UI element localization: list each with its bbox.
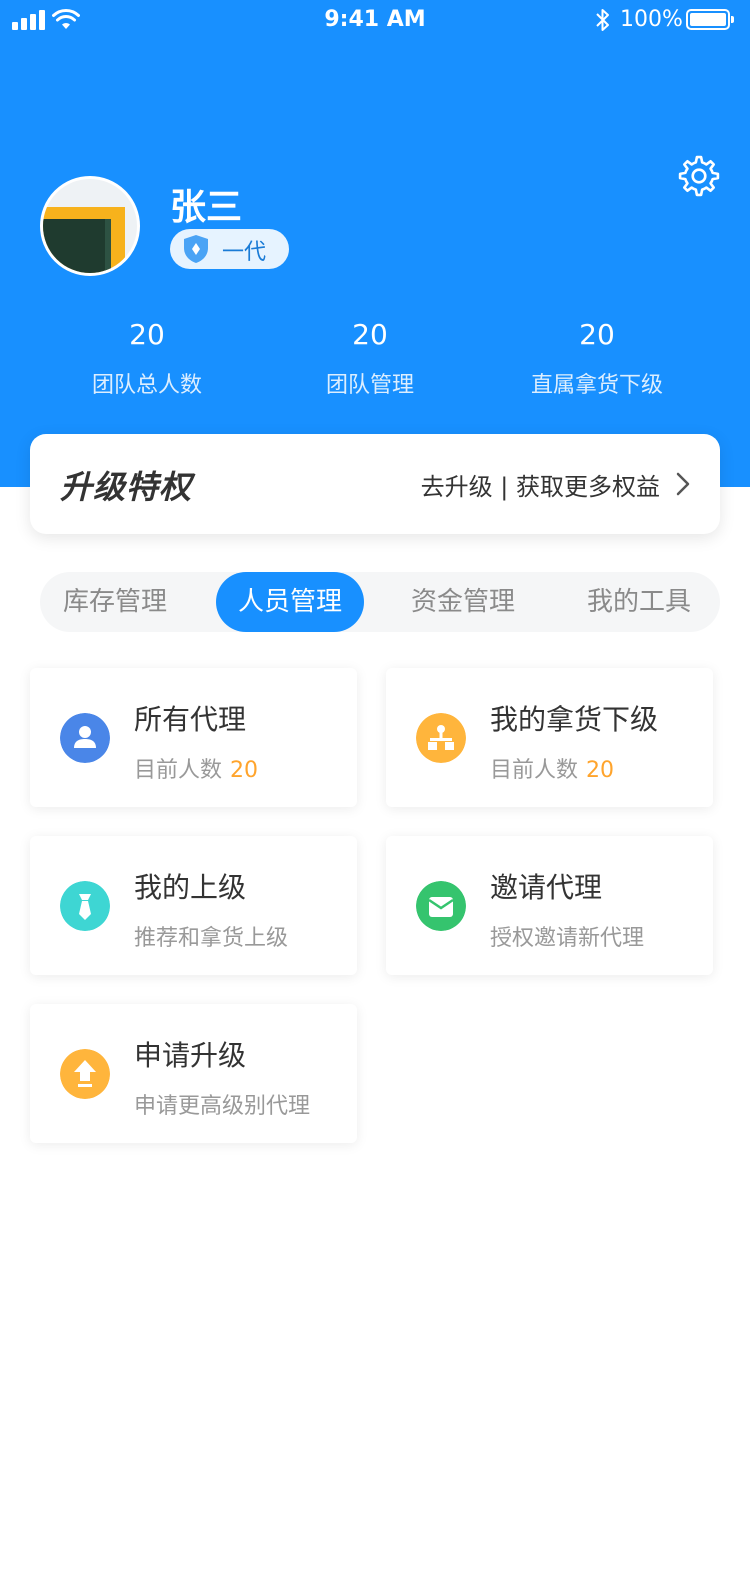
org-chart-icon bbox=[416, 713, 466, 763]
shield-icon bbox=[184, 235, 208, 263]
stat-label: 团队管理 bbox=[325, 373, 414, 398]
stat-team-total[interactable]: 20 团队总人数 bbox=[37, 318, 257, 399]
tab-personnel[interactable]: 人员管理 bbox=[216, 572, 364, 632]
card-subtitle: 目前人数 20 bbox=[134, 758, 259, 783]
chevron-right-icon bbox=[676, 472, 690, 496]
stat-team-management[interactable]: 20 团队管理 bbox=[260, 318, 480, 399]
upgrade-link[interactable]: 去升级 | 获取更多权益 bbox=[421, 467, 660, 502]
tab-inventory[interactable]: 库存管理 bbox=[40, 572, 190, 632]
stat-label: 团队总人数 bbox=[91, 373, 202, 398]
card-count: 20 bbox=[586, 758, 615, 783]
stat-value: 20 bbox=[579, 318, 615, 351]
card-subtitle: 申请更高级别代理 bbox=[134, 1094, 311, 1119]
stat-value: 20 bbox=[352, 318, 388, 351]
bluetooth-icon bbox=[596, 9, 609, 31]
card-all-agents[interactable]: 所有代理 目前人数 20 bbox=[30, 668, 357, 807]
upgrade-title: 升级特权 bbox=[60, 468, 193, 506]
card-subtitle: 目前人数 20 bbox=[490, 758, 615, 783]
upgrade-arrow-icon bbox=[60, 1049, 110, 1099]
card-apply-upgrade[interactable]: 申请升级 申请更高级别代理 bbox=[30, 1004, 357, 1143]
battery-icon bbox=[686, 9, 734, 30]
status-bar: 9:41 AM 100% bbox=[0, 0, 750, 42]
stat-value: 20 bbox=[129, 318, 165, 351]
card-title: 邀请代理 bbox=[490, 871, 603, 904]
card-title: 我的上级 bbox=[134, 871, 247, 904]
level-badge: 一代 bbox=[170, 229, 289, 269]
card-title: 申请升级 bbox=[134, 1039, 247, 1072]
card-title: 我的拿货下级 bbox=[490, 703, 659, 736]
card-subtitle: 授权邀请新代理 bbox=[490, 926, 645, 951]
stat-label: 直属拿货下级 bbox=[530, 373, 663, 398]
card-my-subordinates[interactable]: 我的拿货下级 目前人数 20 bbox=[386, 668, 713, 807]
card-title: 所有代理 bbox=[134, 703, 247, 736]
user-name: 张三 bbox=[170, 187, 243, 228]
card-count: 20 bbox=[230, 758, 259, 783]
battery-percentage: 100% bbox=[620, 7, 683, 32]
tie-icon bbox=[60, 881, 110, 931]
level-text: 一代 bbox=[222, 240, 267, 265]
tab-my-tools[interactable]: 我的工具 bbox=[564, 572, 714, 632]
envelope-icon bbox=[416, 881, 466, 931]
gear-icon[interactable] bbox=[678, 155, 720, 197]
user-icon bbox=[60, 713, 110, 763]
card-my-superior[interactable]: 我的上级 推荐和拿货上级 bbox=[30, 836, 357, 975]
avatar[interactable] bbox=[40, 176, 140, 276]
category-tabs: 库存管理 人员管理 资金管理 我的工具 bbox=[40, 572, 720, 632]
tab-funds[interactable]: 资金管理 bbox=[388, 572, 538, 632]
card-invite-agent[interactable]: 邀请代理 授权邀请新代理 bbox=[386, 836, 713, 975]
stat-direct-subordinates[interactable]: 20 直属拿货下级 bbox=[487, 318, 707, 399]
upgrade-privilege-card[interactable]: 升级特权 去升级 | 获取更多权益 bbox=[30, 434, 720, 534]
card-subtitle: 推荐和拿货上级 bbox=[134, 926, 289, 951]
